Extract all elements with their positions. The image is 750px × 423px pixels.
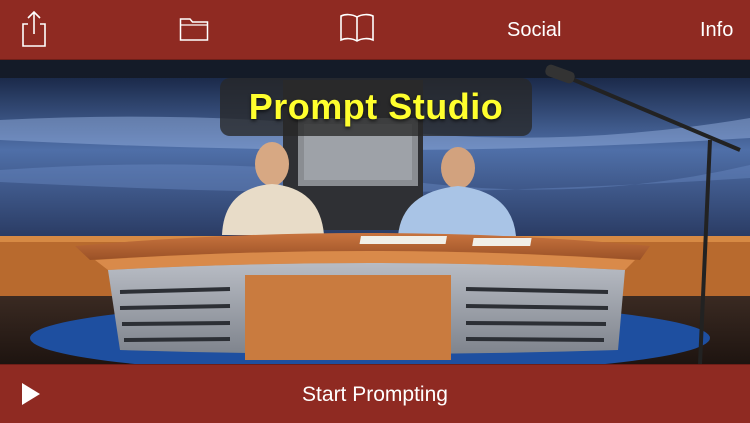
book-icon[interactable] — [339, 12, 375, 44]
share-icon[interactable] — [20, 10, 48, 48]
bottom-toolbar: Start Prompting — [0, 364, 750, 423]
folder-icon[interactable] — [179, 16, 209, 42]
top-toolbar: Social Info — [0, 0, 750, 60]
title-banner: Prompt Studio — [220, 78, 532, 136]
studio-title: Prompt Studio — [248, 86, 504, 127]
info-button[interactable]: Info — [700, 18, 733, 42]
start-prompting-button[interactable]: Start Prompting — [0, 383, 750, 407]
social-button[interactable]: Social — [507, 18, 561, 42]
